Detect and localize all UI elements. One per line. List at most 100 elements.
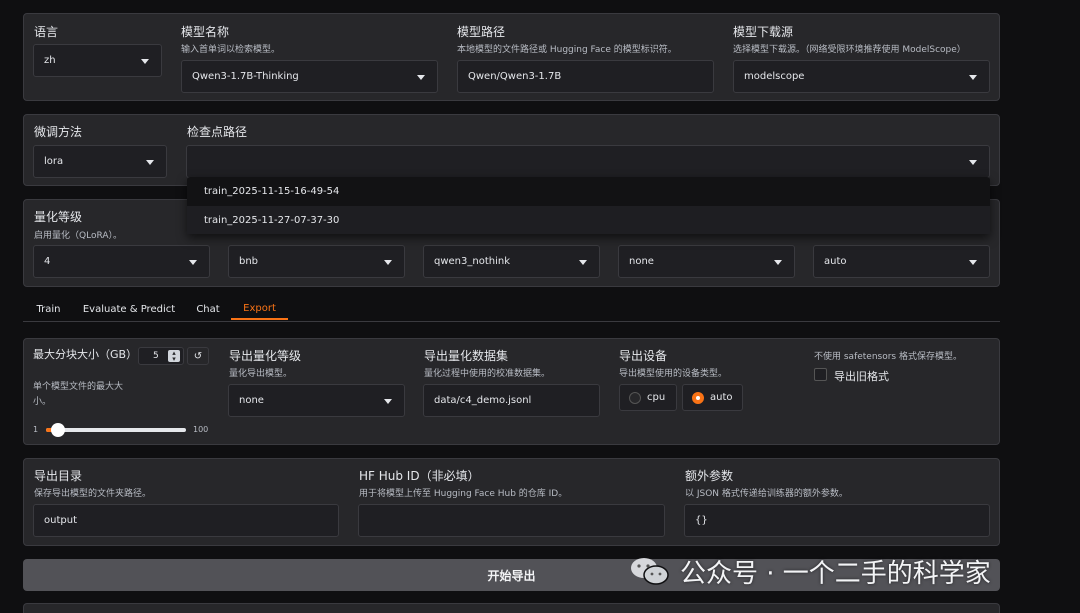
- radio-selected-icon: [692, 391, 704, 404]
- language-value: zh: [44, 55, 56, 66]
- export-dataset-hint: 量化过程中使用的校准数据集。: [424, 369, 551, 379]
- slider-min: 1: [33, 425, 39, 434]
- shard-size-label: 最大分块大小（GB）: [33, 348, 138, 361]
- chevron-down-icon: [384, 259, 392, 265]
- quant-select[interactable]: 4: [33, 245, 210, 278]
- export-dir-hint: 保存导出模型的文件夹路径。: [34, 489, 152, 499]
- quant-value: 4: [44, 256, 51, 267]
- device-auto-label: auto: [710, 392, 733, 403]
- model-name-select[interactable]: Qwen3-1.7B-Thinking: [181, 60, 438, 93]
- extra-args-input[interactable]: {}: [684, 504, 990, 537]
- language-select[interactable]: zh: [33, 44, 162, 77]
- chevron-down-icon: [189, 259, 197, 265]
- reset-icon: ↺: [193, 350, 203, 362]
- tab-evaluate-predict[interactable]: Evaluate & Predict: [80, 298, 178, 320]
- finetune-value: lora: [44, 156, 64, 167]
- export-device-hint: 导出模型使用的设备类型。: [619, 369, 728, 379]
- checkpoint-option-label: train_2025-11-27-07-37-30: [204, 214, 340, 226]
- reset-button[interactable]: ↺: [187, 347, 209, 365]
- export-quant-select[interactable]: none: [228, 384, 405, 417]
- start-export-label: 开始导出: [487, 568, 536, 583]
- device-cpu-label: cpu: [647, 392, 666, 403]
- chevron-down-icon: [969, 159, 977, 165]
- device-auto-radio[interactable]: auto: [682, 384, 743, 411]
- checkpoint-label: 检查点路径: [187, 125, 248, 139]
- model-name-hint: 输入首单词以检索模型。: [181, 45, 281, 55]
- hub-id-input[interactable]: [358, 504, 665, 537]
- model-path-input[interactable]: Qwen/Qwen3-1.7B: [457, 60, 714, 93]
- model-path-hint: 本地模型的文件路径或 Hugging Face 的模型标识符。: [457, 45, 677, 55]
- quant-label: 量化等级: [34, 210, 83, 224]
- hub-id-label: HF Hub ID（非必填）: [359, 469, 480, 483]
- shard-size-hint: 单个模型文件的最大大小。: [33, 382, 124, 407]
- checkpoint-option-label: train_2025-11-15-16-49-54: [204, 185, 340, 197]
- export-dir-value: output: [44, 515, 77, 526]
- chevron-down-icon: [969, 74, 977, 80]
- template-value: qwen3_nothink: [434, 256, 511, 267]
- chevron-down-icon: [141, 58, 149, 64]
- model-source-hint: 选择模型下载源。（网络受限环境推荐使用 ModelScope）: [733, 45, 966, 55]
- tab-divider: [23, 321, 1000, 322]
- wechat-icon: [628, 555, 672, 587]
- chevron-down-icon: [417, 74, 425, 80]
- chevron-down-icon: [384, 398, 392, 404]
- slider-max: 100: [193, 425, 209, 434]
- tab-label: Train: [36, 303, 61, 315]
- export-dir-input[interactable]: output: [33, 504, 339, 537]
- checkpoint-option[interactable]: train_2025-11-15-16-49-54: [187, 177, 990, 205]
- quant-method-value: bnb: [239, 256, 259, 267]
- quant-hint: 启用量化（QLoRA）。: [34, 231, 122, 241]
- export-device-label: 导出设备: [619, 349, 668, 363]
- watermark-text: 公众号 · 一个二手的科学家: [680, 559, 991, 589]
- shard-size-number[interactable]: 5 ▴ ▾: [138, 347, 184, 365]
- export-quant-hint: 量化导出模型。: [229, 369, 293, 379]
- checkpoint-dropdown: train_2025-11-15-16-49-54 train_2025-11-…: [187, 177, 990, 234]
- export-quant-label: 导出量化等级: [229, 349, 302, 363]
- tab-label: Export: [243, 302, 276, 314]
- legacy-hint: 不使用 safetensors 格式保存模型。: [814, 352, 962, 362]
- model-source-value: modelscope: [744, 71, 805, 82]
- chevron-down-icon: [774, 259, 782, 265]
- export-dataset-value: data/c4_demo.jsonl: [434, 395, 532, 406]
- tab-label: Chat: [196, 303, 220, 315]
- booster-select[interactable]: auto: [813, 245, 990, 278]
- legacy-label: 导出旧格式: [834, 370, 889, 383]
- template-select[interactable]: qwen3_nothink: [423, 245, 600, 278]
- model-source-label: 模型下载源: [733, 25, 794, 39]
- extra-args-value: {}: [695, 515, 708, 526]
- stepper-icon[interactable]: ▴ ▾: [168, 350, 180, 363]
- chevron-down-icon: [969, 259, 977, 265]
- tab-train[interactable]: Train: [26, 298, 71, 320]
- tab-export[interactable]: Export: [231, 298, 288, 320]
- extra-args-hint: 以 JSON 格式传递给训练器的额外参数。: [685, 489, 848, 499]
- checkpoint-option[interactable]: train_2025-11-27-07-37-30: [187, 206, 990, 234]
- tab-chat[interactable]: Chat: [188, 298, 228, 320]
- legacy-checkbox[interactable]: [814, 368, 827, 381]
- export-dir-label: 导出目录: [34, 469, 83, 483]
- bottom-panel-edge: [23, 603, 1000, 613]
- shard-slider-track[interactable]: [46, 423, 186, 437]
- finetune-select[interactable]: lora: [33, 145, 167, 178]
- model-source-select[interactable]: modelscope: [733, 60, 990, 93]
- model-name-value: Qwen3-1.7B-Thinking: [192, 71, 299, 82]
- quant-method-select[interactable]: bnb: [228, 245, 405, 278]
- checkpoint-select[interactable]: [186, 145, 990, 178]
- export-dataset-input[interactable]: data/c4_demo.jsonl: [423, 384, 600, 417]
- rope-select[interactable]: none: [618, 245, 795, 278]
- export-dataset-label: 导出量化数据集: [424, 349, 509, 363]
- chevron-down-icon: [146, 159, 154, 165]
- shard-slider-thumb[interactable]: [50, 423, 65, 437]
- model-path-label: 模型路径: [457, 25, 506, 39]
- model-name-label: 模型名称: [181, 25, 230, 39]
- tab-label: Evaluate & Predict: [82, 303, 176, 315]
- extra-args-label: 额外参数: [685, 469, 734, 483]
- hub-id-hint: 用于将模型上传至 Hugging Face Hub 的仓库 ID。: [359, 489, 568, 499]
- shard-size-value: 5: [153, 351, 159, 361]
- chevron-down-icon: [579, 259, 587, 265]
- finetune-label: 微调方法: [34, 125, 83, 139]
- export-quant-value: none: [239, 395, 264, 406]
- rope-value: none: [629, 256, 654, 267]
- model-path-value: Qwen/Qwen3-1.7B: [468, 71, 562, 82]
- language-label: 语言: [34, 25, 59, 39]
- device-cpu-radio[interactable]: cpu: [619, 384, 677, 411]
